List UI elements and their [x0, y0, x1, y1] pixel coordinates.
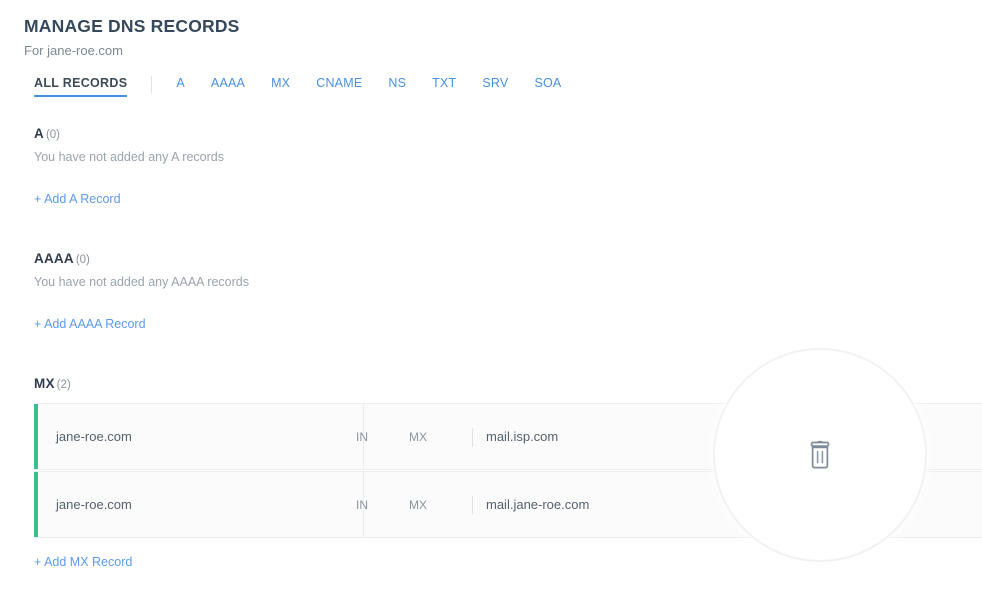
section-aaaa: AAAA (0) You have not added any AAAA reco… [34, 251, 249, 289]
record-value: mail.isp.com [486, 429, 559, 444]
record-name: jane-roe.com [56, 429, 132, 444]
tab-a[interactable]: A [176, 76, 185, 97]
tab-aaaa[interactable]: AAAA [211, 76, 245, 97]
value-divider [472, 428, 473, 447]
record-type: MX [409, 429, 427, 444]
tab-mx[interactable]: MX [271, 76, 290, 97]
section-a-empty-text: You have not added any A records [34, 150, 224, 164]
add-mx-record-link[interactable]: + Add MX Record [34, 555, 132, 569]
tab-txt[interactable]: TXT [432, 76, 456, 97]
add-aaaa-record-link[interactable]: + Add AAAA Record [34, 317, 146, 331]
section-a-actions: + Add A Record [34, 190, 121, 208]
section-aaaa-type: AAAA [34, 251, 74, 266]
tab-divider [151, 76, 153, 93]
section-a-heading: A (0) [34, 126, 224, 141]
row-status-accent [34, 404, 38, 469]
value-divider [472, 496, 473, 515]
page-subtitle: For jane-roe.com [24, 43, 123, 58]
section-aaaa-empty-text: You have not added any AAAA records [34, 275, 249, 289]
record-name: jane-roe.com [56, 497, 132, 512]
section-aaaa-heading: AAAA (0) [34, 251, 249, 266]
section-a: A (0) You have not added any A records [34, 126, 224, 164]
record-type: MX [409, 497, 427, 512]
section-aaaa-actions: + Add AAAA Record [34, 315, 146, 333]
section-mx-actions: + Add MX Record [34, 553, 132, 571]
section-mx-type: MX [34, 376, 55, 391]
delete-record-spotlight[interactable] [722, 357, 918, 553]
tab-cname[interactable]: CNAME [316, 76, 362, 97]
add-a-record-link[interactable]: + Add A Record [34, 192, 121, 206]
tab-srv[interactable]: SRV [482, 76, 508, 97]
record-type-tabs: ALL RECORDS A AAAA MX CNAME NS TXT SRV S… [34, 76, 587, 102]
section-mx-heading: MX (2) [34, 376, 71, 391]
section-a-type: A [34, 126, 44, 141]
page-title: MANAGE DNS RECORDS [24, 16, 240, 36]
tab-ns[interactable]: NS [388, 76, 406, 97]
section-a-count: (0) [45, 129, 61, 141]
section-mx-count: (2) [56, 379, 71, 391]
section-aaaa-count: (0) [75, 254, 90, 266]
section-mx: MX (2) [34, 376, 71, 391]
record-class: IN [356, 429, 368, 444]
record-class: IN [356, 497, 368, 512]
manage-dns-records-page: MANAGE DNS RECORDS For jane-roe.com ALL … [0, 0, 982, 601]
record-value: mail.jane-roe.com [486, 497, 590, 512]
tab-all-records[interactable]: ALL RECORDS [34, 76, 128, 97]
row-status-accent [34, 472, 38, 537]
tab-soa[interactable]: SOA [534, 76, 561, 97]
trash-icon[interactable] [807, 440, 833, 470]
